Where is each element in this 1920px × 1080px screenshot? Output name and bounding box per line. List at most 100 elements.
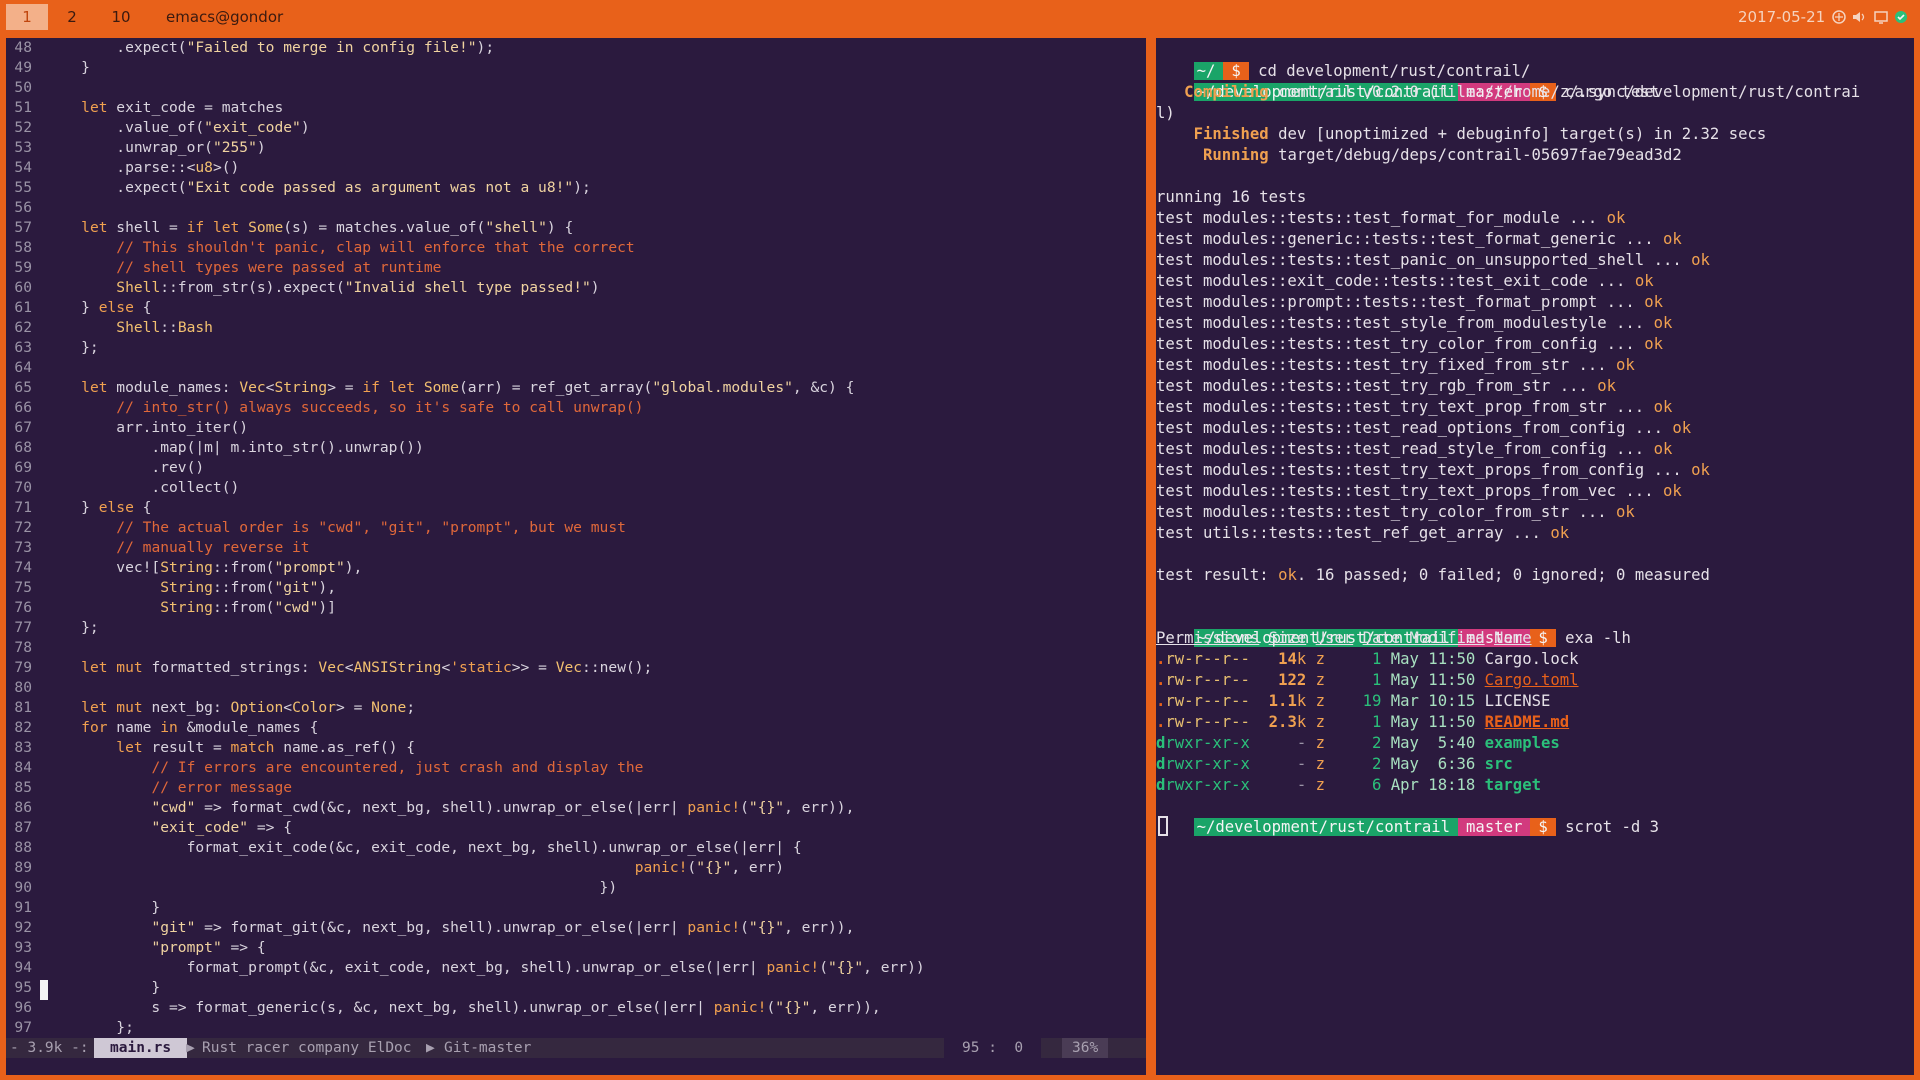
code-line[interactable]: 62 Shell::Bash — [6, 318, 1146, 338]
test-status-ok: ok — [1672, 419, 1692, 437]
code-line[interactable]: 68 .map(|m| m.into_str().unwrap()) — [6, 438, 1146, 458]
code-line[interactable]: 65 let module_names: Vec<String> = if le… — [6, 378, 1146, 398]
code-line[interactable]: 74 vec![String::from("prompt"), — [6, 558, 1146, 578]
code-line[interactable]: 71 } else { — [6, 498, 1146, 518]
workspace-1-button[interactable]: 1 — [6, 4, 48, 30]
code-line[interactable]: 79 let mut formatted_strings: Vec<ANSISt… — [6, 658, 1146, 678]
code-token: arr.into_iter() — [46, 419, 249, 436]
modeline-size: - 3.9k -: — [10, 1040, 89, 1056]
file-row[interactable]: .rw-r--r-- 2.3k z 1 May 11:50 README.md — [1156, 712, 1569, 733]
code-line[interactable]: 94 format_prompt(&c, exit_code, next_bg,… — [6, 958, 1146, 978]
terminal-pane[interactable]: ~/$ cd development/rust/contrail/ ~/deve… — [1156, 38, 1914, 1075]
code-line[interactable]: 90 }) — [6, 878, 1146, 898]
code-line[interactable]: 81 let mut next_bg: Option<Color> = None… — [6, 698, 1146, 718]
code-line[interactable]: 76 String::from("cwd")] — [6, 598, 1146, 618]
code-line[interactable]: 80 — [6, 678, 1146, 698]
code-token: "Invalid shell type passed!" — [344, 279, 591, 296]
code-token: :: — [160, 319, 178, 336]
code-line[interactable]: 50 — [6, 78, 1146, 98]
code-line[interactable]: 70 .collect() — [6, 478, 1146, 498]
test-status-ok: ok — [1616, 356, 1635, 374]
code-token: Shell — [116, 279, 161, 296]
code-line[interactable]: 67 arr.into_iter() — [6, 418, 1146, 438]
line-number: 92 — [14, 919, 32, 936]
code-token: "git" — [274, 579, 319, 596]
code-token: "Failed to merge in config file!" — [186, 39, 477, 56]
workspace-2-button[interactable]: 2 — [52, 4, 92, 30]
network-icon[interactable] — [1832, 10, 1846, 24]
code-token: name — [107, 719, 161, 736]
code-line[interactable]: 58 // This shouldn't panic, clap will en… — [6, 238, 1146, 258]
code-line[interactable]: 86 "cwd" => format_cwd(&c, next_bg, shel… — [6, 798, 1146, 818]
file-size: 2.3 — [1268, 713, 1297, 731]
code-line[interactable]: 52 .value_of("exit_code") — [6, 118, 1146, 138]
code-token: "{}" — [827, 959, 864, 976]
code-line[interactable]: 95 } — [6, 978, 1146, 998]
code-line[interactable]: 73 // manually reverse it — [6, 538, 1146, 558]
code-buffer[interactable]: 48 .expect("Failed to merge in config fi… — [6, 38, 1146, 1038]
code-line[interactable]: 97 }; — [6, 1018, 1146, 1038]
modeline-modes[interactable]: Rust racer company ElDoc — [202, 1038, 412, 1058]
code-line[interactable]: 63 }; — [6, 338, 1146, 358]
code-token: .collect() — [46, 479, 240, 496]
prompt-dollar-segment: $ — [1530, 818, 1556, 836]
code-token: ( — [766, 999, 776, 1016]
code-token: , err)), — [784, 799, 855, 816]
code-token: format_prompt(&c, exit_code, next_bg, sh… — [46, 959, 767, 976]
file-row[interactable]: .rw-r--r-- 1.1k z 19 Mar 10:15 LICENSE — [1156, 691, 1550, 712]
file-type: . — [1156, 713, 1166, 731]
workspace-10-button[interactable]: 10 — [100, 4, 142, 30]
volume-icon[interactable] — [1852, 10, 1866, 24]
code-line[interactable]: 66 // into_str() always succeeds, so it'… — [6, 398, 1146, 418]
file-permissions: rwxr-xr-x — [1165, 776, 1250, 794]
code-line[interactable]: 61 } else { — [6, 298, 1146, 318]
file-row[interactable]: drwxr-xr-x - z 6 Apr 18:18 target — [1156, 775, 1541, 796]
test-status-ok: ok — [1653, 398, 1673, 416]
file-row[interactable]: .rw-r--r-- 122 z 1 May 11:50 Cargo.toml — [1156, 670, 1579, 691]
code-token: "{}" — [696, 859, 732, 876]
code-line[interactable]: 89 panic!("{}", err) — [6, 858, 1146, 878]
code-line[interactable]: 64 — [6, 358, 1146, 378]
code-line[interactable]: 56 — [6, 198, 1146, 218]
test-status-ok: ok — [1662, 482, 1682, 500]
file-name: Cargo.toml — [1484, 671, 1579, 689]
code-line[interactable]: 72 // The actual order is "cwd", "git", … — [6, 518, 1146, 538]
code-line[interactable]: 59 // shell types were passed at runtime — [6, 258, 1146, 278]
code-line[interactable]: 84 // If errors are encountered, just cr… — [6, 758, 1146, 778]
code-line[interactable]: 93 "prompt" => { — [6, 938, 1146, 958]
code-line[interactable]: 85 // error message — [6, 778, 1146, 798]
code-line[interactable]: 92 "git" => format_git(&c, next_bg, shel… — [6, 918, 1146, 938]
code-line[interactable]: 51 let exit_code = matches — [6, 98, 1146, 118]
modeline-filename[interactable]: main.rs — [94, 1038, 188, 1058]
modeline-vcs[interactable]: Git-master — [444, 1038, 531, 1058]
code-line[interactable]: 48 .expect("Failed to merge in config fi… — [6, 38, 1146, 58]
file-permissions: rwxr-xr-x — [1165, 734, 1250, 752]
code-line[interactable]: 87 "exit_code" => { — [6, 818, 1146, 838]
code-line[interactable]: 53 .unwrap_or("255") — [6, 138, 1146, 158]
code-token: )] — [318, 599, 336, 616]
code-line[interactable]: 83 let result = match name.as_ref() { — [6, 738, 1146, 758]
code-line[interactable]: 60 Shell::from_str(s).expect("Invalid sh… — [6, 278, 1146, 298]
file-row[interactable]: .rw-r--r-- 14k z 1 May 11:50 Cargo.lock — [1156, 649, 1579, 670]
test-name: test modules::tests::test_try_text_props… — [1156, 482, 1663, 500]
code-line[interactable]: 77 }; — [6, 618, 1146, 638]
code-line[interactable]: 82 for name in &module_names { — [6, 718, 1146, 738]
code-line[interactable]: 54 .parse::<u8>() — [6, 158, 1146, 178]
status-icon[interactable] — [1894, 10, 1908, 24]
code-line[interactable]: 88 format_exit_code(&c, exit_code, next_… — [6, 838, 1146, 858]
code-token: next_bg: — [142, 699, 231, 716]
line-number: 61 — [14, 299, 32, 316]
code-line[interactable]: 49 } — [6, 58, 1146, 78]
display-icon[interactable] — [1874, 10, 1888, 24]
line-number: 50 — [14, 79, 32, 96]
code-line[interactable]: 91 } — [6, 898, 1146, 918]
code-line[interactable]: 75 String::from("git"), — [6, 578, 1146, 598]
code-line[interactable]: 57 let shell = if let Some(s) = matches.… — [6, 218, 1146, 238]
code-line[interactable]: 69 .rev() — [6, 458, 1146, 478]
code-line[interactable]: 78 — [6, 638, 1146, 658]
emacs-editor-pane[interactable]: 48 .expect("Failed to merge in config fi… — [6, 38, 1146, 1075]
code-line[interactable]: 55 .expect("Exit code passed as argument… — [6, 178, 1146, 198]
code-line[interactable]: 96 s => format_generic(s, &c, next_bg, s… — [6, 998, 1146, 1018]
file-row[interactable]: drwxr-xr-x - z 2 May 6:36 src — [1156, 754, 1513, 775]
file-row[interactable]: drwxr-xr-x - z 2 May 5:40 examples — [1156, 733, 1560, 754]
